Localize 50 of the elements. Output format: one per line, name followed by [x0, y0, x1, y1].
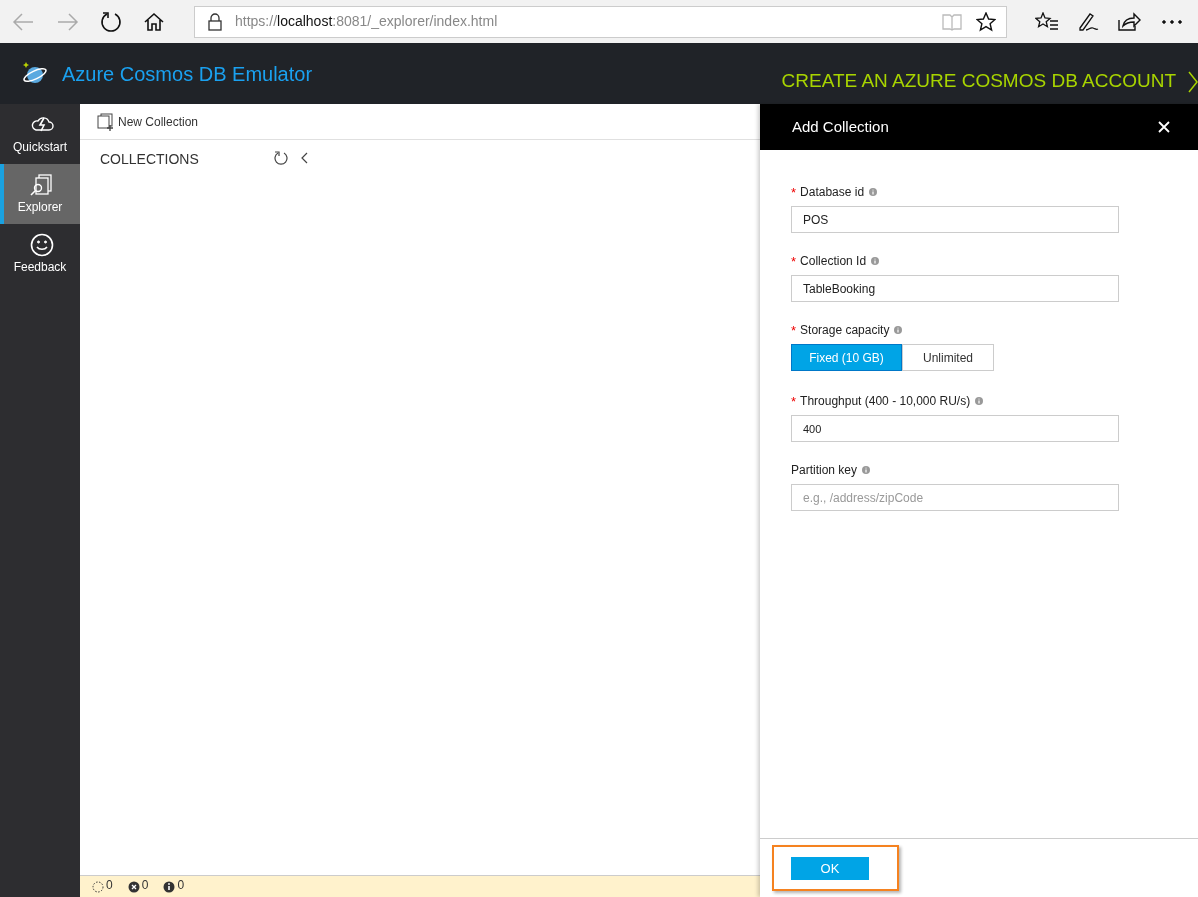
feedback-icon [30, 232, 54, 257]
field-label: Collection Id [800, 253, 867, 270]
spinner-icon [92, 880, 104, 893]
info-icon [163, 880, 176, 893]
required-marker: * [791, 323, 797, 337]
refresh-icon[interactable] [274, 151, 288, 165]
field-label: Database id [800, 184, 865, 201]
address-bar[interactable]: https://localhost:8081/_explorer/index.html [194, 5, 1007, 38]
input-field[interactable]: TableBooking [791, 275, 1119, 302]
share-icon[interactable] [1117, 11, 1141, 32]
close-icon[interactable] [1158, 121, 1170, 133]
sidebar-item[interactable]: Feedback [0, 224, 80, 284]
lock-icon [207, 12, 223, 31]
info-icon[interactable] [862, 466, 871, 474]
input-field[interactable]: 400 [791, 415, 1119, 442]
error-icon [127, 880, 140, 893]
status-count: 0 [141, 877, 149, 894]
input-field[interactable]: POS [791, 206, 1119, 233]
collapse-icon[interactable] [300, 152, 308, 164]
star-icon[interactable] [976, 11, 996, 32]
home-icon[interactable] [143, 10, 165, 33]
required-marker: * [791, 394, 797, 408]
sidebar-item[interactable]: Quickstart [0, 104, 80, 164]
explorer-icon [30, 172, 54, 197]
required-marker: * [791, 185, 797, 199]
required-marker: * [791, 254, 797, 268]
info-icon[interactable] [975, 397, 984, 405]
create-account-link[interactable]: CREATE AN AZURE COSMOS DB ACCOUNT [781, 67, 1198, 96]
app-title: Azure Cosmos DB Emulator [62, 61, 313, 87]
field-label: Storage capacity [800, 322, 890, 339]
more-icon[interactable] [1161, 18, 1183, 25]
field-label: Throughput (400 - 10,000 RU/s) [800, 393, 971, 410]
info-icon[interactable] [894, 326, 903, 334]
status-count: 0 [177, 877, 185, 894]
pen-icon[interactable] [1077, 11, 1099, 32]
collections-heading: COLLECTIONS [100, 149, 200, 169]
chevron-right-icon [1188, 70, 1198, 93]
info-icon[interactable] [871, 257, 880, 265]
info-icon[interactable] [869, 188, 878, 196]
new-collection-button[interactable]: New Collection [97, 112, 199, 131]
status-count: 0 [106, 877, 113, 894]
favorites-list-icon[interactable] [1035, 11, 1059, 32]
url-text: https://localhost:8081/_explorer/index.html [235, 12, 498, 31]
new-collection-icon [97, 112, 115, 131]
panel-title: Add Collection [792, 116, 889, 137]
field-label: Partition key [791, 462, 858, 479]
input-field[interactable]: e.g., /address/zipCode [791, 484, 1119, 511]
sidebar-item[interactable]: Explorer [0, 164, 80, 224]
storage-option[interactable]: Unlimited [902, 344, 994, 371]
refresh-icon[interactable] [100, 10, 122, 33]
